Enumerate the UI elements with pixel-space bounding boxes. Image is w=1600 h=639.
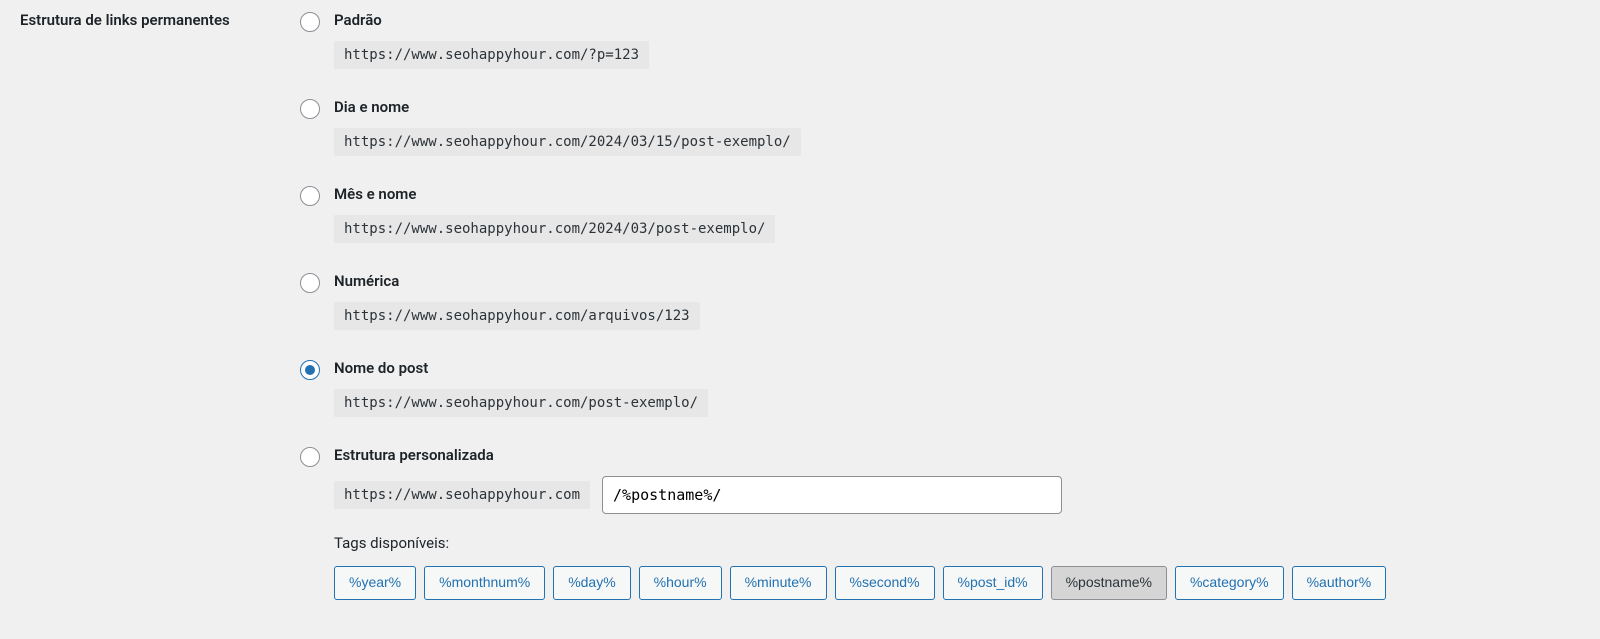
tag-day[interactable]: %day% [553,566,630,600]
option-label-dayname[interactable]: Dia e nome [334,98,409,116]
option-numeric: Numérica https://www.seohappyhour.com/ar… [300,271,1580,330]
option-label-monthname[interactable]: Mês e nome [334,185,416,203]
option-example-dayname: https://www.seohappyhour.com/2024/03/15/… [334,128,801,156]
tag-monthnum[interactable]: %monthnum% [424,566,545,600]
option-postname: Nome do post https://www.seohappyhour.co… [300,358,1580,417]
available-tags-label: Tags disponíveis: [334,534,1386,552]
option-label-plain[interactable]: Padrão [334,11,382,29]
tag-minute[interactable]: %minute% [730,566,827,600]
radio-dayname[interactable] [300,99,320,119]
tag-hour[interactable]: %hour% [639,566,722,600]
option-label-numeric[interactable]: Numérica [334,272,399,290]
option-monthname: Mês e nome https://www.seohappyhour.com/… [300,184,1580,243]
permalink-settings-section: Estrutura de links permanentes Padrão ht… [20,10,1580,600]
option-label-custom[interactable]: Estrutura personalizada [334,446,494,464]
tag-second[interactable]: %second% [835,566,935,600]
radio-plain[interactable] [300,12,320,32]
option-example-numeric: https://www.seohappyhour.com/arquivos/12… [334,302,700,330]
custom-structure-input[interactable] [602,476,1062,514]
radio-monthname[interactable] [300,186,320,206]
section-label: Estrutura de links permanentes [20,10,300,600]
tag-postname[interactable]: %postname% [1051,566,1167,600]
tag-buttons-row: %year% %monthnum% %day% %hour% %minute% … [334,566,1386,600]
option-label-postname[interactable]: Nome do post [334,359,428,377]
radio-postname[interactable] [300,360,320,380]
option-custom: Estrutura personalizada https://www.seoh… [300,445,1580,600]
option-example-monthname: https://www.seohappyhour.com/2024/03/pos… [334,215,775,243]
option-example-plain: https://www.seohappyhour.com/?p=123 [334,41,649,69]
radio-numeric[interactable] [300,273,320,293]
permalink-options: Padrão https://www.seohappyhour.com/?p=1… [300,10,1580,600]
option-dayname: Dia e nome https://www.seohappyhour.com/… [300,97,1580,156]
tag-author[interactable]: %author% [1292,566,1387,600]
radio-custom[interactable] [300,447,320,467]
tag-category[interactable]: %category% [1175,566,1284,600]
tag-post-id[interactable]: %post_id% [943,566,1043,600]
tag-year[interactable]: %year% [334,566,416,600]
option-plain: Padrão https://www.seohappyhour.com/?p=1… [300,10,1580,69]
option-example-postname: https://www.seohappyhour.com/post-exempl… [334,389,708,417]
custom-base-url: https://www.seohappyhour.com [334,481,590,509]
